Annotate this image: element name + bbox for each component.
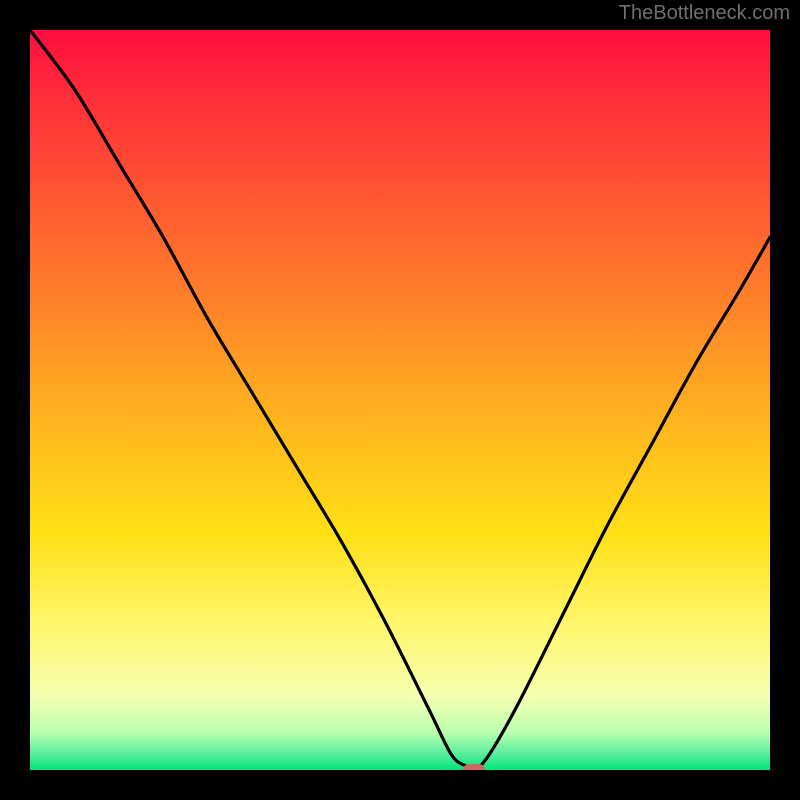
chart-frame: TheBottleneck.com [0,0,800,800]
plot-area [30,30,770,770]
watermark-text: TheBottleneck.com [619,2,790,25]
bottleneck-curve [30,30,770,770]
curve-path [30,30,770,770]
optimum-marker [463,764,485,770]
